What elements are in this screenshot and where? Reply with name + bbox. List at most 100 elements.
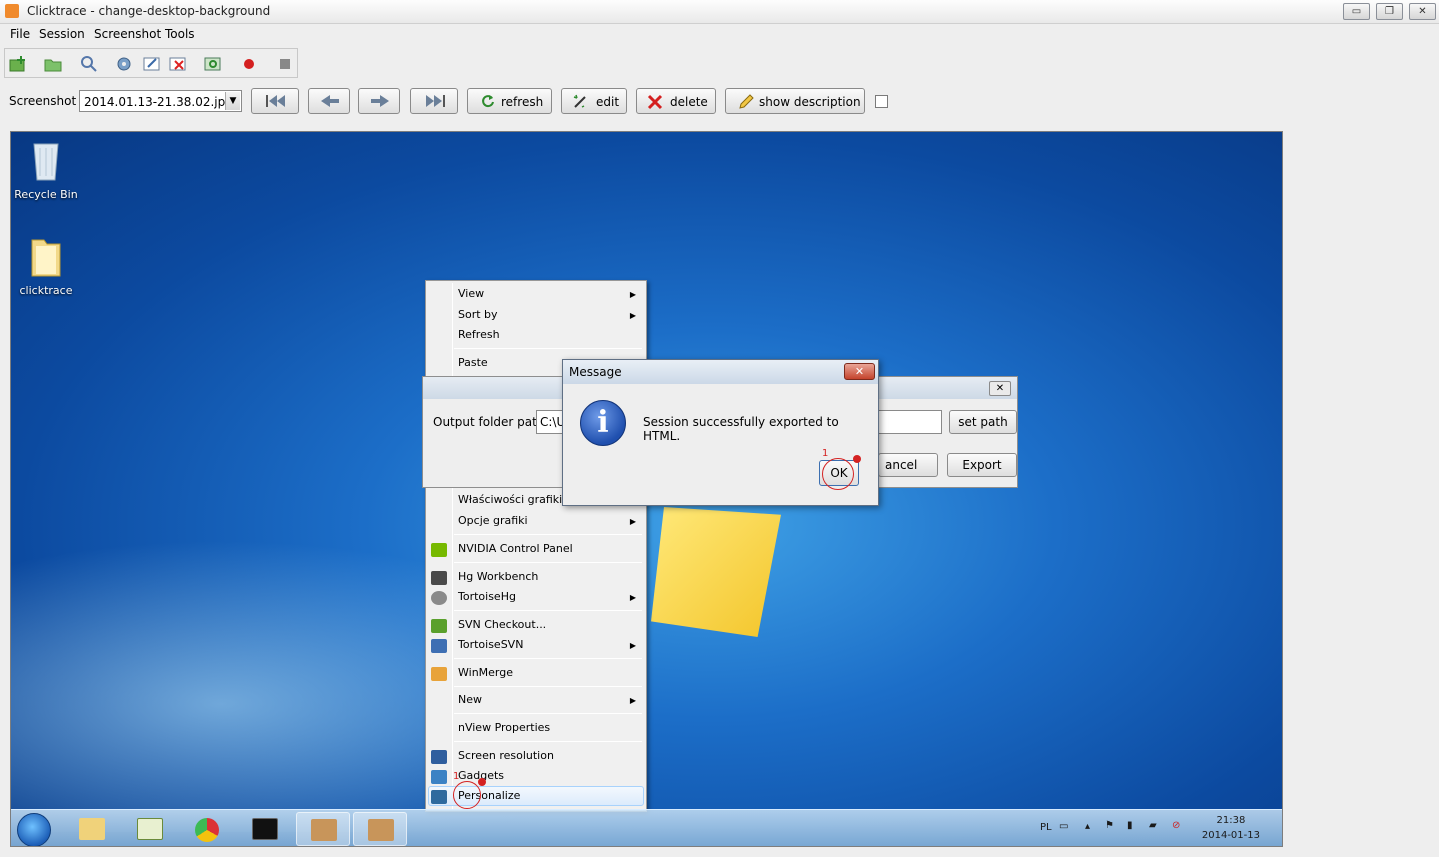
taskbar-explorer[interactable]	[65, 812, 119, 846]
click-marker-number: 1	[453, 771, 460, 782]
taskbar-console[interactable]	[238, 812, 292, 846]
show-description-button[interactable]: show description	[725, 88, 865, 114]
output-folder-label: Output folder path	[433, 415, 545, 429]
refresh-icon	[482, 95, 494, 108]
context-item-winmerge[interactable]: WinMerge	[458, 666, 513, 679]
context-item-label: New	[458, 693, 482, 706]
power-icon[interactable]: ▮	[1127, 820, 1133, 831]
title-bar: Clicktrace - change-desktop-background ▭…	[0, 0, 1439, 24]
next-screenshot-button[interactable]	[358, 88, 400, 114]
clock-time: 21:38	[1216, 815, 1246, 826]
show-hidden-icons-icon[interactable]: ▴	[1085, 821, 1090, 832]
message-dialog-titlebar: Message ✕	[563, 360, 878, 384]
context-item-graphics-options[interactable]: Opcje grafiki	[458, 514, 528, 527]
pencil-icon	[739, 94, 754, 109]
taskbar: PL ▭ ▴ ⚑ ▮ ▰ ⊘ 21:38 2014-01-13	[11, 809, 1282, 846]
menu-session[interactable]: Session	[39, 27, 85, 41]
taskbar-chrome[interactable]	[181, 812, 235, 846]
delete-button-label: delete	[670, 95, 708, 109]
chevron-down-icon[interactable]: ▼	[225, 92, 240, 110]
taskbar-chart-app[interactable]	[123, 812, 177, 846]
context-item-label: View	[458, 287, 485, 300]
desktop-icon-recycle-bin[interactable]: Recycle Bin	[11, 138, 81, 201]
description-checkbox[interactable]	[875, 95, 888, 108]
edit-button[interactable]: edit	[561, 88, 627, 114]
settings-icon[interactable]	[115, 55, 133, 73]
context-item-graphics-properties[interactable]: Właściwości grafiki...	[458, 493, 573, 506]
language-indicator[interactable]: PL	[1040, 822, 1052, 833]
context-item-nview-properties[interactable]: nView Properties	[458, 721, 550, 734]
submenu-arrow-icon: ▶	[629, 696, 636, 705]
context-item-label: TortoiseSVN	[458, 638, 524, 651]
context-item-paste[interactable]: Paste	[458, 356, 488, 369]
output-folder-input-end[interactable]	[878, 410, 942, 434]
previous-screenshot-button[interactable]	[308, 88, 350, 114]
screenshot-label: Screenshot	[9, 94, 77, 108]
export-button[interactable]: Export	[947, 453, 1017, 477]
gadgets-icon	[431, 770, 447, 784]
context-item-label: Opcje grafiki	[458, 514, 528, 527]
last-screenshot-button[interactable]	[410, 88, 458, 114]
console-icon	[252, 818, 278, 840]
screenshot-viewport: Recycle Bin clicktrace View ▶ Sort by ▶ …	[10, 131, 1283, 847]
menu-screenshot[interactable]: Screenshot	[94, 27, 161, 41]
taskbar-clicktrace-1[interactable]	[296, 812, 350, 846]
search-icon[interactable]	[80, 55, 98, 73]
context-item-hg-workbench[interactable]: Hg Workbench	[458, 570, 538, 583]
refresh-button[interactable]: refresh	[467, 88, 552, 114]
context-item-label: Screen resolution	[458, 749, 554, 762]
cancel-button[interactable]: ancel	[878, 453, 938, 477]
set-path-button[interactable]: set path	[949, 410, 1017, 434]
context-item-label: Paste	[458, 356, 488, 369]
context-item-label: WinMerge	[458, 666, 513, 679]
menu-separator	[454, 610, 642, 611]
context-item-screen-resolution[interactable]: Screen resolution	[458, 749, 554, 762]
context-item-refresh[interactable]: Refresh	[458, 328, 500, 341]
submenu-arrow-icon: ▶	[629, 290, 636, 299]
context-item-nvidia-control-panel[interactable]: NVIDIA Control Panel	[458, 542, 573, 555]
context-item-svn-checkout[interactable]: SVN Checkout...	[458, 618, 546, 631]
menu-bar: File Session Screenshot Tools	[0, 24, 1439, 46]
context-item-tortoisesvn[interactable]: TortoiseSVN	[458, 638, 523, 651]
nvidia-icon	[431, 543, 447, 557]
message-dialog-close-button[interactable]: ✕	[844, 363, 875, 380]
network-icon[interactable]: ▰	[1149, 820, 1157, 831]
menu-separator	[454, 348, 642, 349]
minimize-button[interactable]: ▭	[1343, 3, 1370, 20]
submenu-arrow-icon: ▶	[629, 311, 636, 320]
screenshot-select[interactable]: 2014.01.13-21.38.02.jpg ▼	[79, 90, 242, 112]
context-item-label: Właściwości grafiki...	[458, 493, 573, 506]
menu-gutter	[452, 283, 453, 809]
open-session-icon[interactable]	[44, 55, 62, 73]
taskbar-clock[interactable]: 21:38 2014-01-13	[1202, 813, 1260, 843]
first-screenshot-button[interactable]	[251, 88, 299, 114]
edit-button-label: edit	[596, 95, 620, 109]
click-marker-number: 1	[822, 448, 829, 459]
context-item-tortoisehg[interactable]: TortoiseHg	[458, 590, 516, 603]
volume-muted-icon[interactable]: ⊘	[1172, 820, 1180, 831]
context-item-sort-by[interactable]: Sort by	[458, 308, 498, 321]
context-item-view[interactable]: View	[458, 287, 484, 300]
menu-tools[interactable]: Tools	[165, 27, 195, 41]
action-center-icon[interactable]: ⚑	[1105, 820, 1114, 831]
stop-icon[interactable]	[276, 55, 294, 73]
screen-resolution-icon	[431, 750, 447, 764]
menu-file[interactable]: File	[10, 27, 30, 41]
refresh-session-icon[interactable]	[204, 55, 222, 73]
close-button[interactable]: ✕	[1409, 3, 1436, 20]
delete-session-icon[interactable]	[169, 55, 187, 73]
taskbar-clicktrace-2[interactable]	[353, 812, 407, 846]
menu-separator	[454, 658, 642, 659]
record-icon[interactable]	[240, 55, 258, 73]
restore-button[interactable]: ❐	[1376, 3, 1403, 20]
keyboard-icon[interactable]: ▭	[1059, 821, 1068, 832]
start-button[interactable]	[17, 813, 51, 846]
app-icon	[5, 4, 19, 18]
desktop-icon-clicktrace[interactable]: clicktrace	[11, 234, 81, 297]
new-session-icon[interactable]	[9, 55, 27, 73]
context-item-new[interactable]: New	[458, 693, 482, 706]
delete-button[interactable]: delete	[636, 88, 716, 114]
edit-session-icon[interactable]	[143, 55, 161, 73]
export-dialog-close-button[interactable]: ✕	[989, 381, 1011, 396]
chart-icon	[137, 818, 163, 840]
